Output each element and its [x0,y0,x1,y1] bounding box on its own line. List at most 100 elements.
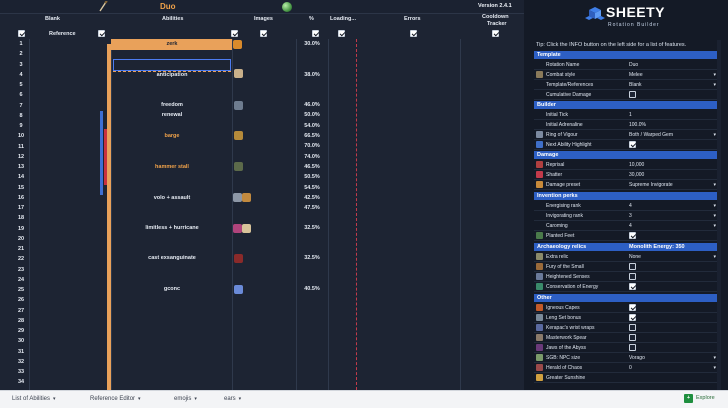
row-value[interactable]: 10,000 [629,162,644,168]
percent-column-checkbox[interactable] [312,30,319,37]
chevron-down-icon[interactable]: ▾ [713,254,716,260]
abilities-column-checkbox[interactable] [231,30,238,37]
rotation-grid[interactable]: 1 2 3 4 5 6 7 8 9 10 11 12 13 14 15 16 17 18 19 20 21 22 23 24 2… [0,39,524,390]
blank-column-checkbox[interactable] [98,30,105,37]
chevron-down-icon[interactable]: ▾ [239,396,242,402]
row-reprisal[interactable]: Reprisal 10,000 [534,160,720,170]
cell-selection[interactable] [113,59,231,71]
loading-column-checkbox[interactable] [338,30,345,37]
row-kerapac[interactable]: Kerapac's wrist wraps [534,323,720,333]
cooldown-column-checkbox[interactable] [492,30,499,37]
ability-volo-assault[interactable]: volo + assault [113,195,231,201]
chevron-down-icon[interactable]: ▾ [713,213,716,219]
row-shatter[interactable]: Shatter 30,000 [534,170,720,180]
row-combat-style[interactable]: Combat style Melee ▾ [534,70,720,80]
ability-freedom[interactable]: freedom [113,102,231,108]
ability-cast-exsanguinate[interactable]: cast exsanguinate [113,255,231,261]
section-title: Damage [537,152,559,158]
chevron-down-icon[interactable]: ▾ [194,396,197,402]
row-masterwork-spear[interactable]: Masterwork Spear [534,333,720,343]
row-value[interactable]: Duo [629,62,638,68]
ability-barge[interactable]: barge [113,133,231,139]
masterwork-checkbox[interactable] [629,334,636,341]
tab-ears[interactable]: ears ▾ [224,396,241,402]
row-caroming[interactable]: Caroming 4 ▾ [534,221,720,231]
row-next-ability-highlight[interactable]: Next Ability Highlight [534,140,720,150]
row-energising[interactable]: Energising rank 4 ▾ [534,201,720,211]
cumulative-damage-checkbox[interactable] [629,91,636,98]
jaws-checkbox[interactable] [629,344,636,351]
tab-reference-editor[interactable]: Reference Editor ▾ [90,396,141,402]
row-cumulative-damage[interactable]: Cumulative Damage [534,90,720,100]
percent-value: 50.0% [304,112,320,118]
row-conservation[interactable]: Conservation of Energy [534,282,720,292]
row-value[interactable]: 4 [629,203,632,209]
conservation-checkbox[interactable] [629,283,636,290]
ability-renewal[interactable]: renewal [113,112,231,118]
row-value[interactable]: None [629,254,641,260]
row-sgb-npc-size[interactable]: SGB: NPC size Vorago ▾ [534,353,720,363]
panel-scrollbar[interactable] [717,40,721,390]
next-ability-checkbox[interactable] [629,141,636,148]
row-damage-preset[interactable]: Damage preset Supreme Invigorate ▾ [534,180,720,190]
tab-emojis[interactable]: emojis ▾ [174,396,197,402]
section-template: Template [534,51,720,59]
select-all-checkbox[interactable] [18,30,25,37]
row-value[interactable]: 1 [629,112,632,118]
chevron-down-icon[interactable]: ▾ [713,72,716,78]
row-value[interactable]: Supreme Invigorate [629,182,673,188]
row-invigorating[interactable]: Invigorating rank 3 ▾ [534,211,720,221]
tab-list-of-abilities[interactable]: List of Abilities ▾ [12,396,56,402]
igneous-checkbox[interactable] [629,304,636,311]
row-initial-tick[interactable]: Initial Tick 1 [534,110,720,120]
row-ring-of-vigour[interactable]: Ring of Vigour Both / Warped Gem ▾ [534,130,720,140]
heightened-checkbox[interactable] [629,273,636,280]
errors-column-checkbox[interactable] [410,30,417,37]
row-number: 12 [17,153,25,160]
chevron-down-icon[interactable]: ▾ [713,132,716,138]
row-value[interactable]: Both / Warped Gem [629,132,673,138]
loading-marker-line [356,39,357,390]
row-extra-relic[interactable]: Extra relic None ▾ [534,252,720,262]
row-greater-sunshine[interactable]: Greater Sunshine [534,373,720,383]
ability-zerk[interactable]: zerk [113,41,231,47]
row-heightened-senses[interactable]: Heightened Senses [534,272,720,282]
row-label: Energising rank [546,203,581,209]
explore-button[interactable]: + Explore [684,394,724,406]
chevron-down-icon[interactable]: ▾ [138,396,141,402]
ability-hammer-stall[interactable]: hammer stall [113,164,231,170]
row-template-references[interactable]: Template/References Blank ▾ [534,80,720,90]
row-leng-set[interactable]: Leng Set bonus [534,313,720,323]
row-value[interactable]: Blank [629,82,642,88]
fury-checkbox[interactable] [629,263,636,270]
ability-limitless-hurricane[interactable]: limitless + hurricane [113,225,231,231]
chevron-down-icon[interactable]: ▾ [713,223,716,229]
chevron-down-icon[interactable]: ▾ [713,355,716,361]
row-value[interactable]: 4 [629,223,632,229]
row-fury-of-the-small[interactable]: Fury of the Small [534,262,720,272]
ability-gconc[interactable]: gconc [113,286,231,292]
chevron-down-icon[interactable]: ▾ [713,182,716,188]
row-label: Kerapac's wrist wraps [546,325,595,331]
row-initial-adrenaline[interactable]: Initial Adrenaline 100.0% [534,120,720,130]
images-column-checkbox[interactable] [260,30,267,37]
row-planted-feet[interactable]: Planted Feet [534,231,720,241]
row-rotation-name[interactable]: Rotation Name Duo [534,60,720,70]
kerapac-checkbox[interactable] [629,324,636,331]
row-value[interactable]: 100.0% [629,122,646,128]
row-jaws-of-the-abyss[interactable]: Jaws of the Abyss [534,343,720,353]
chevron-down-icon[interactable]: ▾ [53,396,56,402]
planted-feet-checkbox[interactable] [629,232,636,239]
leng-checkbox[interactable] [629,314,636,321]
row-value[interactable]: 0 [629,365,632,371]
row-value[interactable]: 30,000 [629,172,644,178]
chevron-down-icon[interactable]: ▾ [713,365,716,371]
row-igneous-capes[interactable]: Igneous Capes [534,303,720,313]
ability-anticipation[interactable]: anticipation [113,72,231,78]
row-value[interactable]: Melee [629,72,643,78]
row-value[interactable]: Vorago [629,355,645,361]
chevron-down-icon[interactable]: ▾ [713,82,716,88]
row-herald-of-chaos[interactable]: Herald of Chaos 0 ▾ [534,363,720,373]
row-value[interactable]: 3 [629,213,632,219]
chevron-down-icon[interactable]: ▾ [713,203,716,209]
